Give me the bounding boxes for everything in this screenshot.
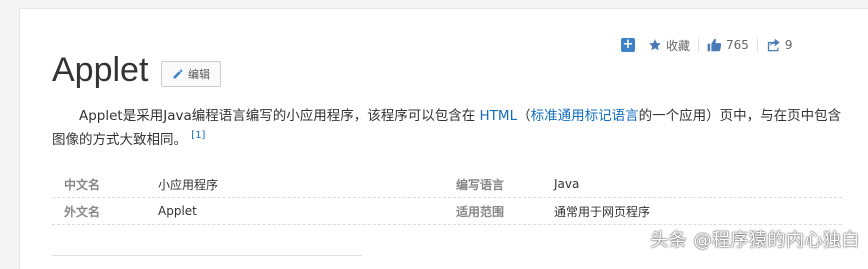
reference-link[interactable]: [1] bbox=[191, 130, 205, 141]
info-row: 外文名 Applet 适用范围 通常用于网页程序 bbox=[52, 198, 842, 225]
info-table: 中文名 小应用程序 编写语言 Java 外文名 Applet 适用范围 通常用于… bbox=[52, 171, 842, 225]
share-button[interactable]: 9 bbox=[766, 38, 793, 52]
link-sgml[interactable]: 标准通用标记语言 bbox=[531, 108, 639, 124]
thumbs-up-icon bbox=[707, 38, 722, 52]
share-icon bbox=[767, 38, 780, 52]
entry-actions: + 收藏 765 9 bbox=[621, 37, 793, 53]
divider bbox=[52, 255, 362, 256]
like-count: 765 bbox=[726, 38, 749, 52]
link-html[interactable]: HTML bbox=[480, 108, 518, 124]
info-key: 外文名 bbox=[64, 204, 101, 219]
summary-paragraph: Applet是采用Java编程语言编写的小应用程序，该程序可以包含在 HTML（… bbox=[52, 104, 847, 152]
add-plus-icon[interactable]: + bbox=[621, 38, 635, 52]
info-row: 中文名 小应用程序 编写语言 Java bbox=[52, 171, 842, 198]
info-key: 适用范围 bbox=[456, 204, 505, 219]
divider bbox=[698, 38, 700, 52]
edit-label: 编辑 bbox=[188, 68, 210, 81]
collect-label: 收藏 bbox=[666, 38, 691, 53]
edit-button[interactable]: 编辑 bbox=[161, 61, 221, 87]
info-value: Java bbox=[554, 177, 580, 191]
info-key: 编写语言 bbox=[456, 177, 505, 192]
share-count: 9 bbox=[784, 38, 793, 52]
summary-text: （ bbox=[517, 108, 531, 124]
info-value: 通常用于网页程序 bbox=[554, 204, 651, 219]
summary-text: Applet是采用Java编程语言编写的小应用程序，该程序可以包含在 bbox=[79, 108, 480, 124]
collect-button[interactable]: 收藏 bbox=[648, 37, 690, 54]
info-value: 小应用程序 bbox=[158, 177, 219, 192]
pencil-icon bbox=[173, 69, 183, 79]
star-icon bbox=[649, 39, 661, 51]
like-button[interactable]: 765 bbox=[707, 38, 749, 52]
divider bbox=[756, 38, 758, 52]
info-key: 中文名 bbox=[64, 177, 101, 192]
info-value: Applet bbox=[158, 204, 197, 218]
page-title: Applet bbox=[52, 51, 149, 89]
watermark: 头条 @程序猿的内心独白 bbox=[650, 230, 860, 251]
